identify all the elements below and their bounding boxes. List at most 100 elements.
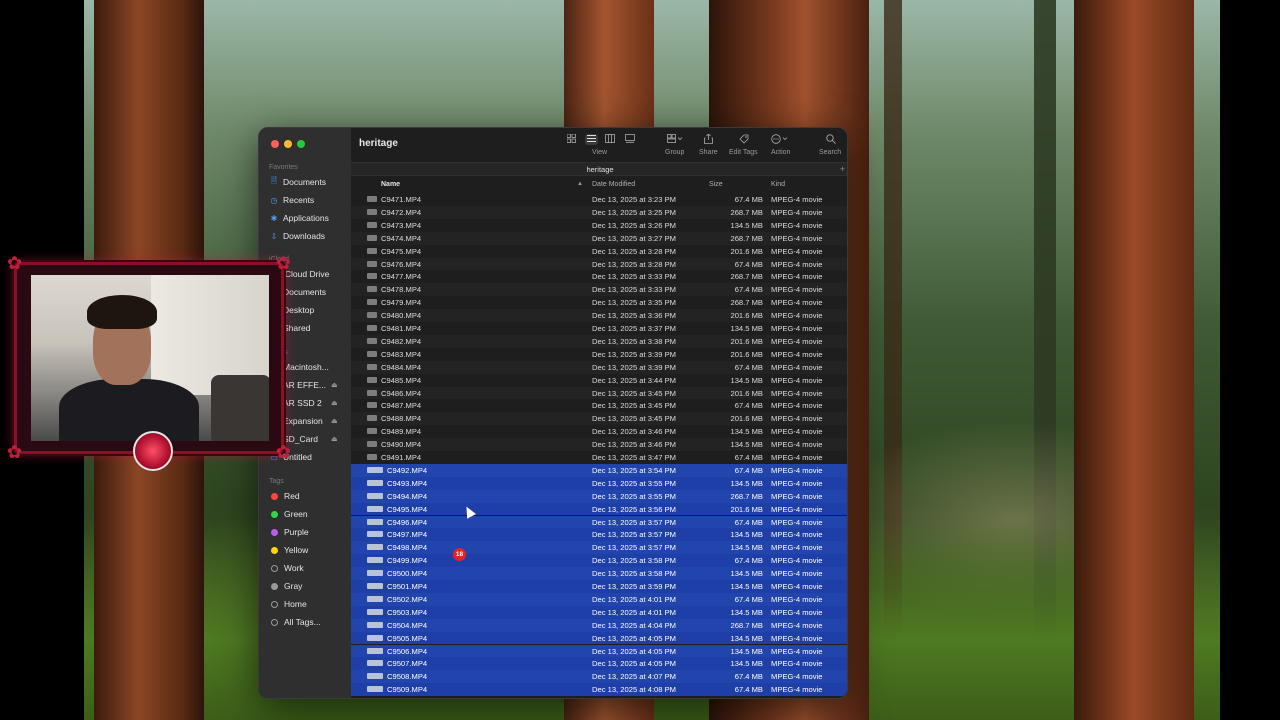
sidebar-tag[interactable]: Work <box>269 561 304 575</box>
file-row[interactable]: C9500.MP4 Dec 13, 2025 at 3:58 PM 134.5 … <box>351 567 847 580</box>
file-size: 201.6 MB <box>730 388 763 398</box>
file-date-modified: Dec 13, 2025 at 3:33 PM <box>592 272 677 282</box>
sidebar-tag[interactable]: Home <box>269 597 307 611</box>
sidebar-item-favorite[interactable]: ◷ Recents <box>269 193 315 207</box>
file-name: C9479.MP4 <box>381 298 422 308</box>
sidebar-tag[interactable]: Purple <box>269 525 309 539</box>
file-row[interactable]: C9508.MP4 Dec 13, 2025 at 4:07 PM 67.4 M… <box>351 670 847 684</box>
file-row[interactable]: C9489.MP4 Dec 13, 2025 at 3:46 PM 134.5 … <box>351 425 847 438</box>
file-row[interactable]: C9480.MP4 Dec 13, 2025 at 3:36 PM 201.6 … <box>351 309 847 322</box>
eject-icon[interactable]: ⏏ <box>331 435 338 443</box>
file-row[interactable]: C9502.MP4 Dec 13, 2025 at 4:01 PM 67.4 M… <box>351 592 847 606</box>
file-row[interactable]: C9507.MP4 Dec 13, 2025 at 4:05 PM 134.5 … <box>351 657 847 671</box>
sidebar-tag[interactable]: Yellow <box>269 543 308 557</box>
sidebar-tag[interactable]: Gray <box>269 579 302 593</box>
file-row[interactable]: C9506.MP4 Dec 13, 2025 at 4:05 PM 134.5 … <box>351 644 847 658</box>
file-row[interactable]: C9492.MP4 Dec 13, 2025 at 3:54 PM 67.4 M… <box>351 463 847 477</box>
file-row[interactable]: C9472.MP4 Dec 13, 2025 at 3:25 PM 268.7 … <box>351 205 847 219</box>
file-row[interactable]: C9501.MP4 Dec 13, 2025 at 3:59 PM 134.5 … <box>351 580 847 593</box>
file-row[interactable]: C9493.MP4 Dec 13, 2025 at 3:55 PM 134.5 … <box>351 476 847 490</box>
file-date-modified: Dec 13, 2025 at 3:58 PM <box>592 569 677 579</box>
file-row[interactable]: C9497.MP4 Dec 13, 2025 at 3:57 PM 134.5 … <box>351 528 847 542</box>
file-kind: MPEG-4 movie <box>771 659 823 669</box>
file-row[interactable]: C9478.MP4 Dec 13, 2025 at 3:33 PM 67.4 M… <box>351 283 847 297</box>
file-row[interactable]: C9471.MP4 Dec 13, 2025 at 3:23 PM 67.4 M… <box>351 193 847 206</box>
tab-heritage[interactable]: heritage <box>351 165 847 174</box>
file-kind: MPEG-4 movie <box>771 504 823 514</box>
column-date-modified[interactable]: Date Modified <box>592 181 635 188</box>
file-row[interactable]: C9473.MP4 Dec 13, 2025 at 3:26 PM 134.5 … <box>351 219 847 232</box>
close-button[interactable] <box>271 140 279 148</box>
eject-icon[interactable]: ⏏ <box>331 381 338 389</box>
file-row[interactable]: C9503.MP4 Dec 13, 2025 at 4:01 PM 134.5 … <box>351 605 847 619</box>
file-row[interactable]: C9505.MP4 Dec 13, 2025 at 4:05 PM 134.5 … <box>351 631 847 645</box>
file-date-modified: Dec 13, 2025 at 3:55 PM <box>592 478 677 488</box>
file-row[interactable]: C9475.MP4 Dec 13, 2025 at 3:28 PM 201.6 … <box>351 245 847 258</box>
search-button[interactable] <box>826 134 836 146</box>
search-label: Search <box>819 149 842 156</box>
file-row[interactable]: C9483.MP4 Dec 13, 2025 at 3:39 PM 201.6 … <box>351 348 847 361</box>
file-row[interactable]: C9484.MP4 Dec 13, 2025 at 3:39 PM 67.4 M… <box>351 360 847 374</box>
video-file-icon <box>367 621 383 628</box>
file-row[interactable]: C9474.MP4 Dec 13, 2025 at 3:27 PM 268.7 … <box>351 231 847 245</box>
column-size[interactable]: Size <box>709 181 723 188</box>
new-tab-button[interactable]: + <box>840 164 845 174</box>
file-kind: MPEG-4 movie <box>771 517 823 527</box>
file-row[interactable]: C9479.MP4 Dec 13, 2025 at 3:35 PM 268.7 … <box>351 296 847 309</box>
file-row[interactable]: C9498.MP4 Dec 13, 2025 at 3:57 PM 134.5 … <box>351 541 847 555</box>
file-row[interactable]: C9486.MP4 Dec 13, 2025 at 3:45 PM 201.6 … <box>351 386 847 400</box>
group-button[interactable] <box>667 134 683 145</box>
file-row[interactable]: C9487.MP4 Dec 13, 2025 at 3:45 PM 67.4 M… <box>351 399 847 412</box>
eject-icon[interactable]: ⏏ <box>331 399 338 407</box>
file-date-modified: Dec 13, 2025 at 3:45 PM <box>592 401 677 411</box>
eject-icon[interactable]: ⏏ <box>331 417 338 425</box>
file-row[interactable]: C9504.MP4 Dec 13, 2025 at 4:04 PM 268.7 … <box>351 618 847 632</box>
file-row[interactable]: C9509.MP4 Dec 13, 2025 at 4:08 PM 67.4 M… <box>351 683 847 697</box>
sidebar-tag[interactable]: All Tags... <box>269 615 321 629</box>
zoom-button[interactable] <box>297 140 305 148</box>
sidebar-item-favorite[interactable]: 🗎 Documents <box>269 175 326 189</box>
webcam-feed <box>31 275 269 441</box>
file-row[interactable]: C9490.MP4 Dec 13, 2025 at 3:46 PM 134.5 … <box>351 438 847 451</box>
minimize-button[interactable] <box>284 140 292 148</box>
file-row[interactable]: C9495.MP4 Dec 13, 2025 at 3:56 PM 201.6 … <box>351 502 847 516</box>
share-button[interactable] <box>704 133 713 146</box>
column-name[interactable]: Name <box>381 181 400 188</box>
list-view-button[interactable] <box>585 134 598 145</box>
video-file-icon <box>367 415 377 422</box>
file-kind: MPEG-4 movie <box>771 453 823 462</box>
column-kind[interactable]: Kind <box>771 181 785 188</box>
file-row[interactable]: C9481.MP4 Dec 13, 2025 at 3:37 PM 134.5 … <box>351 322 847 335</box>
file-name: C9472.MP4 <box>381 207 422 217</box>
file-row[interactable]: C9499.MP4 Dec 13, 2025 at 3:58 PM 67.4 M… <box>351 554 847 568</box>
file-row[interactable]: C9494.MP4 Dec 13, 2025 at 3:55 PM 268.7 … <box>351 489 847 503</box>
edit-tags-button[interactable] <box>739 134 749 146</box>
sidebar-tag-label: Work <box>284 563 304 573</box>
file-kind: MPEG-4 movie <box>771 594 823 604</box>
file-name: C9503.MP4 <box>387 607 428 617</box>
icon-view-button[interactable] <box>566 133 576 145</box>
sidebar-item-favorite[interactable]: ⇩ Downloads <box>269 229 325 243</box>
sidebar-item-label: Expansion <box>283 416 323 426</box>
file-row[interactable]: C9477.MP4 Dec 13, 2025 at 3:33 PM 268.7 … <box>351 270 847 283</box>
sidebar-tag[interactable]: Green <box>269 507 308 521</box>
file-date-modified: Dec 13, 2025 at 3:57 PM <box>592 543 677 553</box>
file-name: C9488.MP4 <box>381 414 422 424</box>
file-size: 67.4 MB <box>734 362 763 372</box>
file-size: 134.5 MB <box>730 220 763 230</box>
file-kind: MPEG-4 movie <box>771 569 823 579</box>
file-row[interactable]: C9488.MP4 Dec 13, 2025 at 3:45 PM 201.6 … <box>351 412 847 426</box>
gallery-view-button[interactable] <box>625 134 635 145</box>
sidebar-tag[interactable]: Red <box>269 489 300 503</box>
file-size: 268.7 MB <box>730 207 763 217</box>
action-button[interactable] <box>771 134 789 146</box>
file-row[interactable]: C9496.MP4 Dec 13, 2025 at 3:57 PM 67.4 M… <box>351 515 847 529</box>
column-view-button[interactable] <box>605 134 615 145</box>
file-row[interactable]: C9491.MP4 Dec 13, 2025 at 3:47 PM 67.4 M… <box>351 451 847 464</box>
file-row[interactable]: C9485.MP4 Dec 13, 2025 at 3:44 PM 134.5 … <box>351 374 847 387</box>
file-name: C9508.MP4 <box>387 672 428 682</box>
file-row[interactable]: C9482.MP4 Dec 13, 2025 at 3:38 PM 201.6 … <box>351 334 847 348</box>
file-size: 134.5 MB <box>730 569 763 579</box>
file-row[interactable]: C9476.MP4 Dec 13, 2025 at 3:28 PM 67.4 M… <box>351 257 847 271</box>
sidebar-item-favorite[interactable]: ✱ Applications <box>269 211 329 225</box>
